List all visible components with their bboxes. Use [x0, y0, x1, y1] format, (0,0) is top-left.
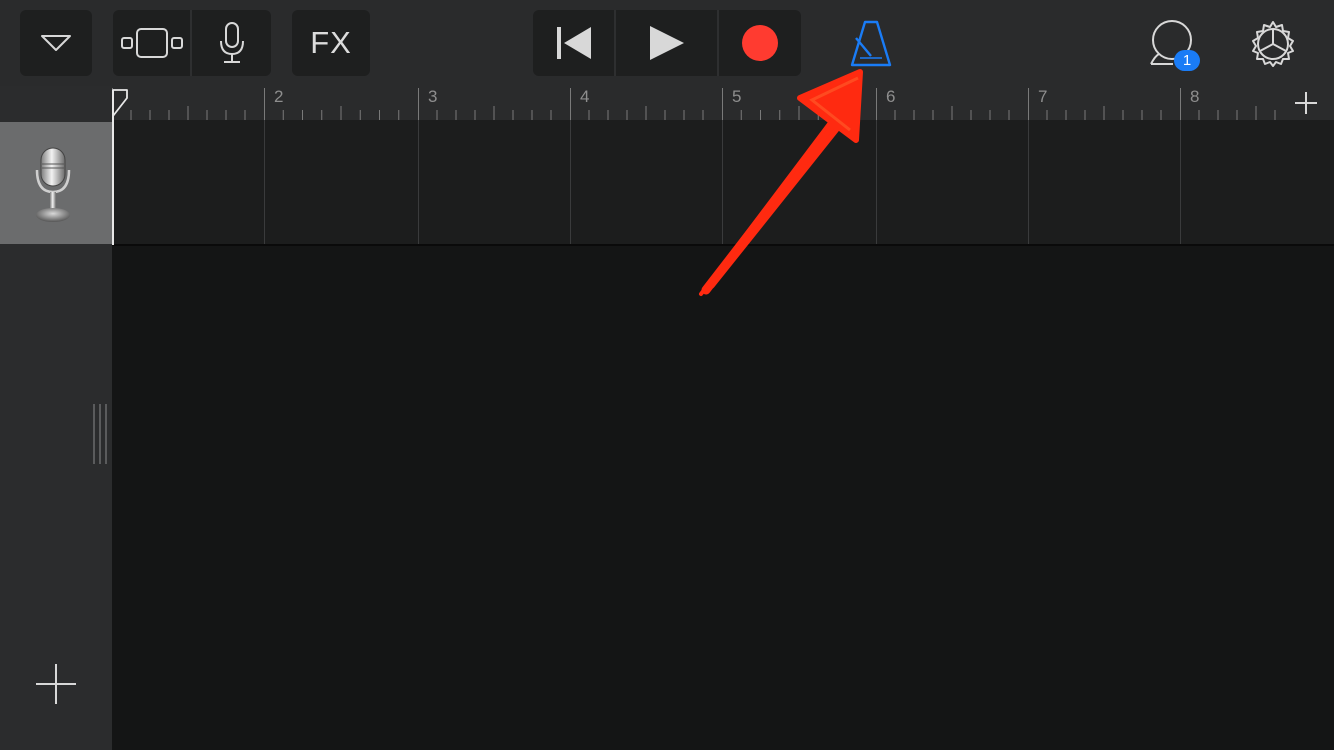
bar-number: 3	[428, 87, 438, 106]
record-button[interactable]	[716, 10, 801, 76]
header-resize-handle[interactable]	[92, 404, 110, 464]
bar-line	[722, 120, 723, 244]
track-menu-button[interactable]	[20, 10, 92, 76]
add-track-button[interactable]	[30, 658, 82, 710]
track-view-icon	[120, 28, 183, 58]
add-section-button[interactable]	[1278, 86, 1334, 120]
bar-number: 4	[580, 87, 590, 106]
timeline-ruler[interactable]: 2 3 4 5 6 7 8	[112, 86, 1278, 120]
go-to-beginning-icon	[556, 27, 591, 59]
bar-line	[418, 120, 419, 244]
plus-icon	[1295, 92, 1317, 114]
view-and-instrument-group	[113, 10, 271, 76]
bar-line	[876, 120, 877, 244]
grip-icon	[93, 404, 107, 464]
bar-number: 2	[274, 87, 284, 106]
fx-label: FX	[310, 25, 352, 60]
play-icon	[649, 26, 684, 60]
metronome-button[interactable]	[846, 16, 896, 70]
transport-controls	[533, 10, 801, 76]
plus-icon	[36, 664, 76, 704]
control-bar: FX 1	[0, 0, 1334, 86]
bar-number: 6	[886, 87, 896, 106]
go-to-beginning-button[interactable]	[533, 10, 614, 76]
gear-icon	[1252, 21, 1294, 67]
ruler-ticks	[112, 88, 1276, 120]
instrument-button[interactable]	[190, 10, 271, 76]
fx-button[interactable]: FX	[292, 10, 370, 76]
microphone-icon	[35, 147, 71, 222]
settings-button[interactable]	[1246, 16, 1300, 70]
chevron-down-icon	[41, 35, 71, 51]
bar-line	[264, 120, 265, 244]
bar-number: 7	[1038, 87, 1048, 106]
record-icon	[741, 25, 778, 61]
track-header[interactable]	[0, 122, 112, 244]
metronome-icon	[850, 20, 892, 67]
bar-line	[1180, 120, 1181, 244]
play-button[interactable]	[614, 10, 716, 76]
bar-line	[1028, 120, 1029, 244]
bar-number: 8	[1190, 87, 1200, 106]
track-lane[interactable]	[112, 120, 1334, 246]
bar-number: 5	[732, 87, 742, 106]
bar-line	[570, 120, 571, 244]
loops-count-badge: 1	[1174, 50, 1200, 71]
microphone-icon	[219, 22, 244, 63]
tracks-view-button[interactable]	[113, 10, 190, 76]
playhead-handle[interactable]	[111, 88, 129, 118]
